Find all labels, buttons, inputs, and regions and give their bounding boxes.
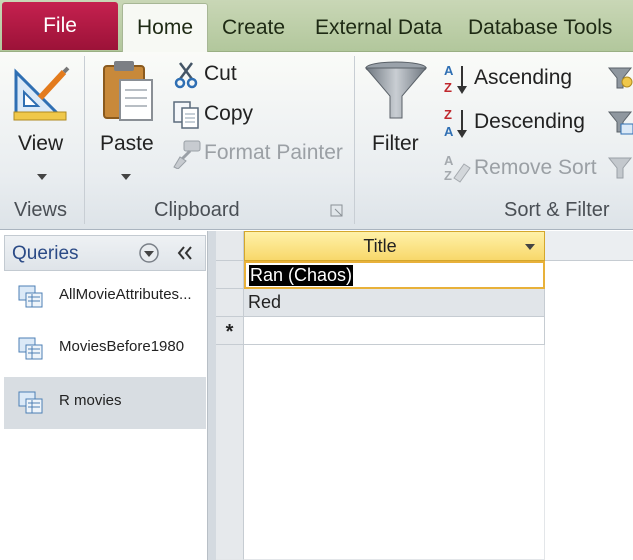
descending-button[interactable]: Z A Descending [440,104,610,140]
tab-home[interactable]: Home [122,3,208,52]
advanced-filter-icon[interactable] [607,110,633,136]
tab-create[interactable]: Create [222,4,285,52]
format-painter-icon [173,140,201,169]
column-header-label: Title [363,236,397,256]
sort-filter-group-label: Sort & Filter [504,199,610,221]
copy-icon [173,101,199,129]
row-selector[interactable] [216,261,244,289]
column-header-title[interactable]: Title [244,231,545,261]
format-painter-label: Format Painter [204,141,343,164]
copy-button[interactable]: Copy [170,98,350,132]
filter-button[interactable]: Filter [362,56,432,196]
descending-label: Descending [474,110,585,133]
query-icon [18,391,43,414]
column-filter-dropdown-icon[interactable] [525,244,535,250]
svg-text:A: A [444,124,454,139]
dialog-launcher-icon[interactable] [330,204,344,218]
empty-row-selector-column [216,345,244,560]
filter-funnel-icon [364,61,428,119]
svg-text:Z: Z [444,80,452,95]
nav-item-label: R movies [59,392,122,409]
collapse-pane-icon[interactable] [175,244,195,262]
remove-sort-label: Remove Sort [474,156,597,179]
paste-dropdown-caret [121,174,131,180]
views-group-label: Views [14,199,67,221]
cell-text: Ran (Chaos) [249,265,354,286]
toggle-filter-icon[interactable] [607,156,633,180]
nav-menu-dropdown-icon[interactable] [138,242,160,264]
view-design-icon [13,66,70,121]
pane-splitter[interactable] [208,231,216,560]
nav-item-query[interactable]: AllMovieAttributes... [4,271,206,323]
tab-external-data[interactable]: External Data [315,4,442,52]
paste-label: Paste [100,132,154,155]
cut-button[interactable]: Cut [170,58,350,92]
svg-text:Z: Z [444,107,452,122]
nav-item-label: MoviesBefore1980 [59,338,185,355]
nav-pane-title: Queries [12,243,79,264]
sort-ascending-icon: A Z [444,63,467,95]
select-all-corner[interactable] [216,231,244,261]
empty-grid-area [244,345,545,560]
tab-database-tools[interactable]: Database Tools [468,4,612,52]
paste-button[interactable]: Paste [92,56,162,196]
svg-text:Z: Z [444,168,452,183]
view-label: View [18,132,64,155]
cut-icon [174,62,198,89]
table-cell[interactable]: Red [244,289,545,317]
paste-icon [103,61,153,121]
group-separator [84,56,85,224]
table-cell-selected[interactable]: Ran (Chaos) [244,261,545,289]
ascending-label: Ascending [474,66,573,89]
empty-header-area [545,231,633,261]
cell-text: Red [248,292,282,312]
tab-file[interactable]: File [2,2,118,50]
ribbon-tab-bar: File Home Create External Data Database … [0,0,633,52]
clipboard-group-label: Clipboard [154,199,240,221]
query-icon [18,337,43,360]
row-selector[interactable] [216,289,244,317]
view-dropdown-caret [37,174,47,180]
remove-sort-icon: A Z [444,153,471,183]
new-row-cell[interactable] [244,317,545,345]
svg-text:A: A [444,153,454,168]
new-row-selector[interactable]: * [216,317,244,345]
group-separator [354,56,355,224]
filter-label: Filter [372,132,419,155]
new-row-marker: * [225,321,234,343]
nav-item-query[interactable]: MoviesBefore1980 [4,323,206,375]
svg-text:A: A [444,63,454,78]
nav-item-label: AllMovieAttributes... [59,286,192,303]
nav-pane-header[interactable]: Queries [4,235,206,271]
navigation-pane: Queries AllMovieAttributes... MoviesBefo [0,231,208,560]
format-painter-button[interactable]: Format Painter [170,137,352,171]
copy-label: Copy [204,102,254,125]
nav-item-query-selected[interactable]: R movies [4,377,206,429]
view-button[interactable]: View [4,56,80,196]
ribbon: View Views Paste Cut Copy Format Painter… [0,52,633,230]
remove-sort-button[interactable]: A Z Remove Sort [440,150,610,186]
query-icon [18,285,43,308]
cut-label: Cut [204,62,237,85]
datasheet-view: Title Ran (Chaos) Red * [216,231,633,560]
sort-descending-icon: Z A [444,107,467,139]
ascending-row[interactable]: A Z Ascending [440,60,610,96]
selection-filter-icon[interactable] [607,66,633,90]
